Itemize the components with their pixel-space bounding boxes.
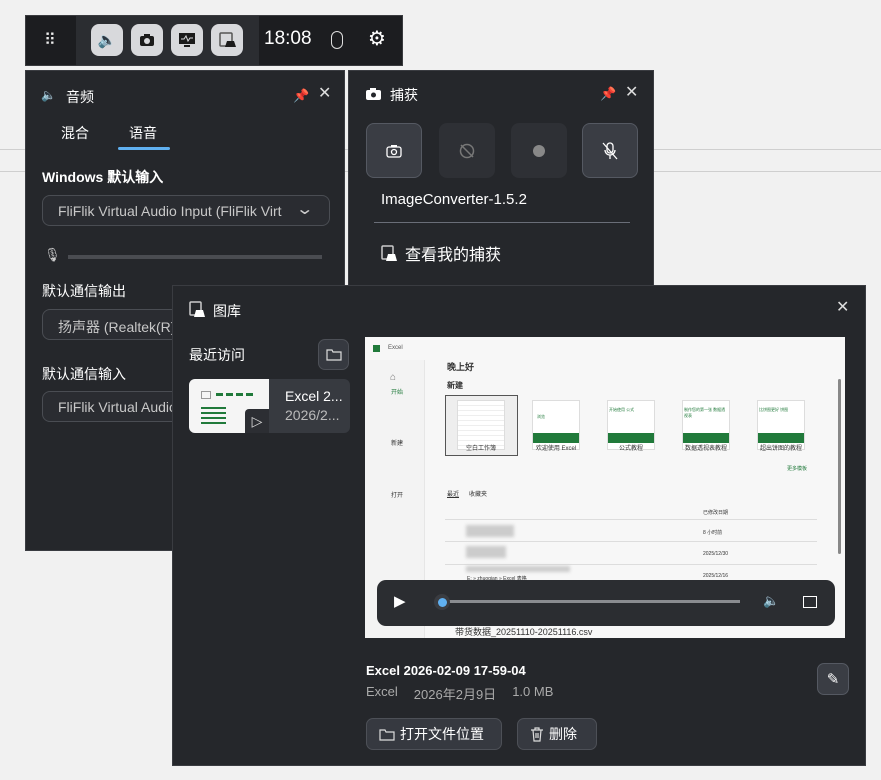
- preview-app-title: Excel: [388, 345, 403, 351]
- preview-file: 带货数据_20251110-20251116.csv: [455, 627, 593, 637]
- view-captures-label: 查看我的捕获: [405, 247, 502, 264]
- trash-icon: [531, 726, 543, 742]
- game-bar: ⠿ 🔈 18:08 ⚙: [25, 15, 403, 66]
- input-value: FliFlik Virtual Audio Input (FliFlik Vir…: [58, 203, 282, 219]
- template-caption: 空白工作簿: [465, 446, 496, 452]
- capture-panel: 捕获 📌 ✕ ImageConverter-1.5.2 查看我的捕获: [348, 70, 654, 292]
- delete-button[interactable]: 删除: [517, 718, 597, 750]
- pencil-icon: ✎: [826, 671, 840, 688]
- open-location-button[interactable]: 打开文件位置: [366, 718, 502, 750]
- settings-icon[interactable]: ⚙: [368, 26, 386, 51]
- preview-tab: 最近: [447, 492, 460, 498]
- app-name: ImageConverter-1.5.2: [381, 191, 527, 208]
- preview-scrollbar: [838, 379, 841, 554]
- preview-nav: 新建: [391, 441, 404, 447]
- template-caption: 欢迎使用 Excel: [535, 446, 577, 452]
- input-label: Windows 默认输入: [42, 169, 164, 185]
- performance-icon[interactable]: [171, 24, 203, 56]
- more-templates: 更多模板: [787, 466, 808, 472]
- gallery-icon: [381, 245, 397, 261]
- record-button[interactable]: [511, 123, 567, 178]
- folder-icon: [325, 349, 342, 361]
- close-icon[interactable]: ✕: [836, 297, 849, 317]
- camera-icon: [366, 87, 382, 106]
- template-caption: 数据透视表教程: [684, 446, 727, 452]
- delete-label: 删除: [549, 726, 577, 742]
- file-meta: Excel 2026年2月9日 1.0 MB: [366, 684, 553, 703]
- open-location-label: 打开文件位置: [400, 726, 484, 742]
- pin-icon[interactable]: 📌: [293, 88, 309, 104]
- widget-buttons: 🔈: [76, 16, 259, 65]
- preview-greeting: 晚上好: [447, 362, 475, 372]
- file-title: Excel 2026-02-09 17-59-04: [366, 663, 526, 678]
- audio-icon[interactable]: 🔈: [91, 24, 123, 56]
- play-icon: ▷: [245, 409, 269, 433]
- recent-item[interactable]: ▷ Excel 2... 2026/2...: [189, 379, 350, 433]
- modified-header: 已修改日期: [703, 510, 729, 516]
- preview-nav: 开始: [391, 390, 404, 396]
- view-captures-link[interactable]: 查看我的捕获: [381, 241, 501, 265]
- file-app: Excel: [366, 684, 398, 699]
- recent-item-date: 2026/2...: [285, 407, 340, 423]
- panel-title: 音频: [66, 89, 94, 105]
- file-date: 2026年2月9日: [413, 687, 497, 702]
- tile-text: 制作您的第一张 数据透视表: [684, 407, 726, 418]
- close-icon[interactable]: ✕: [318, 83, 331, 103]
- widget-menu-icon[interactable]: ⠿: [44, 30, 56, 50]
- record-dot-icon: [533, 144, 545, 157]
- preview-date: 8 小时前: [703, 530, 723, 536]
- tab-voice[interactable]: 语音: [129, 123, 157, 143]
- tab-mix[interactable]: 混合: [61, 123, 89, 143]
- input-level-meter: [68, 255, 322, 259]
- divider: [374, 222, 630, 223]
- chevron-down-icon: ⌄: [295, 201, 315, 218]
- mic-off-button[interactable]: [582, 123, 638, 178]
- microphone-icon: 🎙: [44, 247, 61, 262]
- screenshot-button[interactable]: [366, 123, 422, 178]
- comm-out-label: 默认通信输出: [42, 283, 126, 299]
- input-dropdown[interactable]: FliFlik Virtual Audio Input (FliFlik Vir…: [42, 195, 330, 226]
- recent-item-title: Excel 2...: [285, 388, 343, 404]
- open-folder-button[interactable]: [318, 339, 349, 370]
- capture-icon[interactable]: [131, 24, 163, 56]
- recent-label: 最近访问: [189, 347, 245, 363]
- capture-preview: Excel ⌂ 开始 新建 打开 晚上好 新建 空白工作簿 欢迎使用 Excel…: [365, 337, 845, 638]
- preview-new: 新建: [447, 381, 463, 390]
- seek-bar[interactable]: [441, 600, 740, 603]
- preview-nav: 打开: [391, 493, 404, 499]
- video-player-controls: ▶ 🔈: [377, 580, 835, 626]
- gallery-icon: [189, 301, 205, 322]
- tab-indicator: [118, 147, 170, 150]
- panel-title: 图库: [213, 303, 241, 319]
- seek-thumb[interactable]: [438, 598, 447, 607]
- preview-tab: 收藏夹: [469, 492, 488, 498]
- folder-icon: [379, 728, 395, 741]
- mouse-icon[interactable]: [331, 31, 343, 49]
- clock: 18:08: [264, 28, 312, 49]
- tile-text: 比饼图更好 饼图: [759, 407, 789, 412]
- gallery-icon[interactable]: [211, 24, 243, 56]
- tile-text: 开始使用 公式: [609, 407, 635, 412]
- panel-title: 捕获: [390, 87, 418, 103]
- preview-date: 2025/12/16: [703, 573, 729, 579]
- tile-text: 浏览: [537, 414, 545, 419]
- speaker-icon: 🔈: [41, 88, 56, 102]
- cast-icon[interactable]: [803, 596, 817, 608]
- comm-in-label: 默认通信输入: [42, 366, 126, 382]
- play-button[interactable]: ▶: [394, 592, 406, 610]
- template-caption: 公式教程: [618, 446, 643, 452]
- preview-date: 2025/12/30: [703, 551, 729, 557]
- edit-button[interactable]: ✎: [817, 663, 849, 695]
- template-caption: 超出饼图的教程: [759, 446, 802, 452]
- volume-icon[interactable]: 🔈: [763, 593, 779, 609]
- record-last-button[interactable]: [439, 123, 495, 178]
- pin-icon[interactable]: 📌: [600, 86, 616, 102]
- close-icon[interactable]: ✕: [625, 82, 638, 102]
- file-size: 1.0 MB: [512, 684, 554, 699]
